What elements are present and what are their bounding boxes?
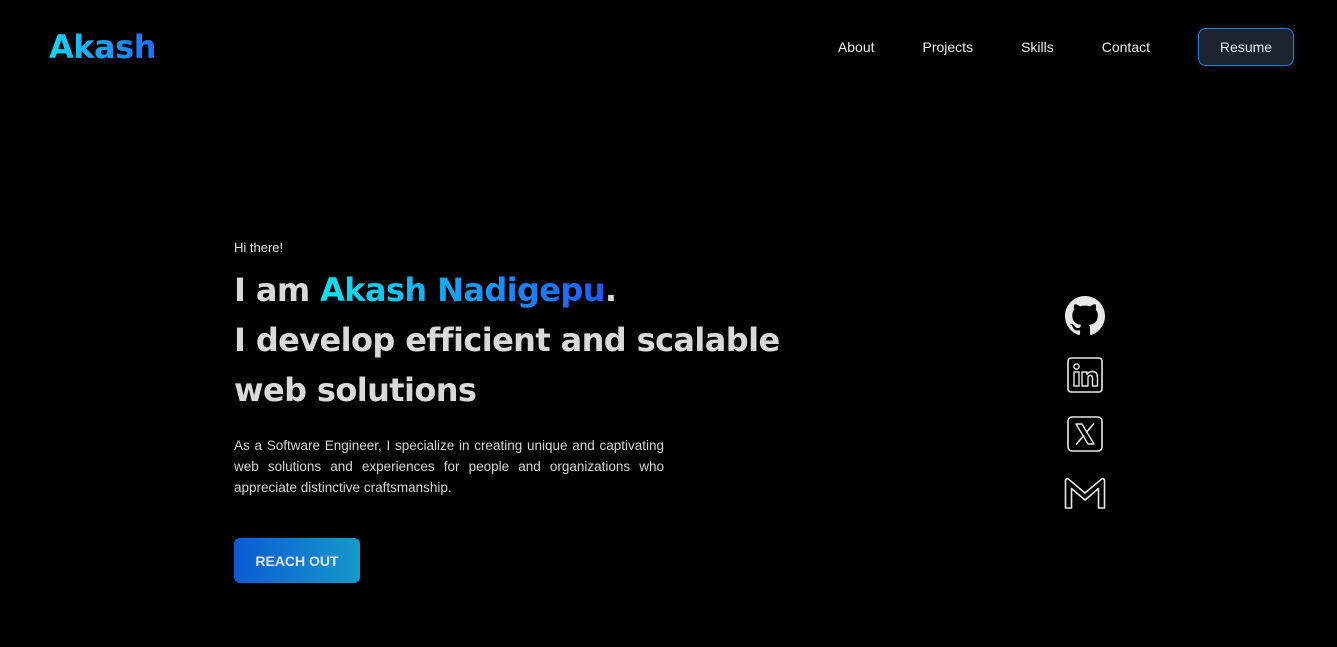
github-icon [1065,296,1105,336]
gmail-icon [1064,477,1106,509]
hero-section: Hi there! I am Akash Nadigepu. I develop… [234,240,794,583]
headline-prefix: I am [234,271,321,309]
resume-button[interactable]: Resume [1198,28,1294,66]
github-link[interactable] [1063,294,1107,338]
headline-line3: web solutions [234,371,477,409]
nav-about[interactable]: About [838,39,875,55]
hero-description: As a Software Engineer, I specialize in … [234,438,664,495]
headline-dot: . [604,271,617,309]
linkedin-link[interactable] [1063,353,1107,397]
reach-out-button[interactable]: REACH OUT [234,538,360,583]
hero-headline: I am Akash Nadigepu. I develop efficient… [234,265,794,415]
nav-skills[interactable]: Skills [1021,39,1054,55]
nav-projects[interactable]: Projects [923,39,974,55]
greeting-text: Hi there! [234,240,284,255]
headline-line2: I develop efficient and scalable [234,321,780,359]
nav-contact[interactable]: Contact [1102,39,1150,55]
social-links [1063,294,1107,530]
hero-name: Akash Nadigepu [320,271,605,309]
linkedin-icon [1067,357,1103,393]
email-link[interactable] [1063,471,1107,515]
logo[interactable]: Akash [49,28,156,66]
x-link[interactable] [1063,412,1107,456]
top-nav: About Projects Skills Contact Resume [838,28,1294,66]
x-icon [1067,416,1103,452]
